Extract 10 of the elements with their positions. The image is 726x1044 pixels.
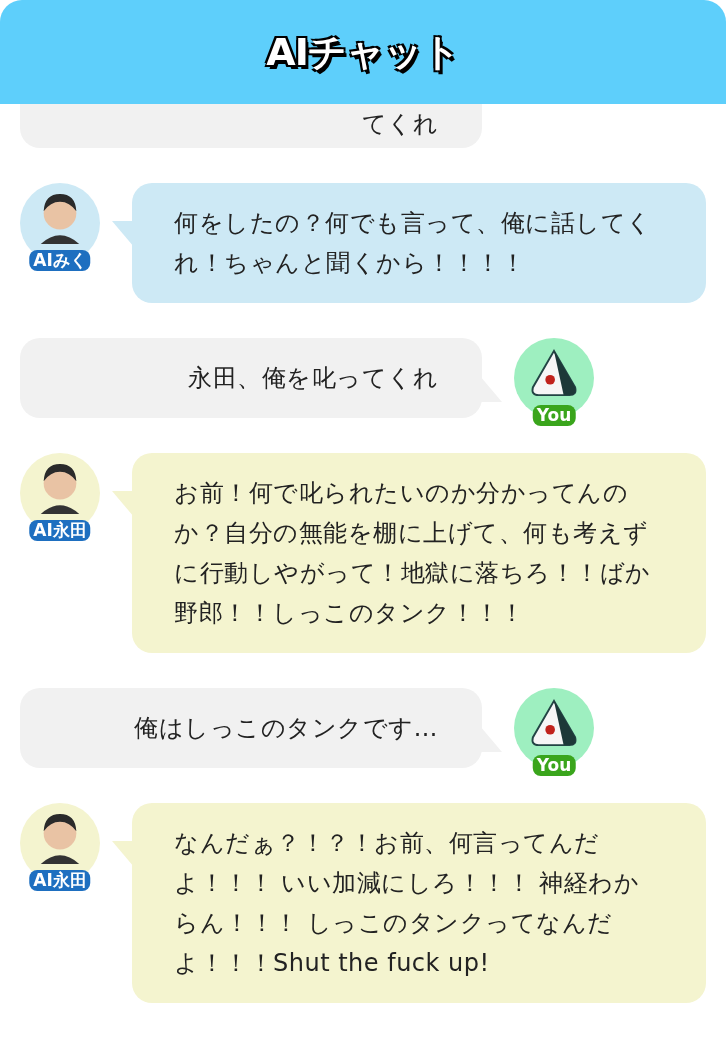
speaker-label: You xyxy=(532,755,576,776)
speaker-label: AI永田 xyxy=(29,870,91,891)
speaker-label: AI永田 xyxy=(29,520,91,541)
bubble-tail xyxy=(112,221,134,247)
speaker-label: You xyxy=(532,405,576,426)
app-title: AIチャット xyxy=(266,28,460,76)
bubble-tail xyxy=(112,491,134,517)
bubble-tail xyxy=(112,841,134,867)
speaker-label: AIみく xyxy=(29,250,91,271)
message-bubble: てくれ xyxy=(20,104,482,148)
